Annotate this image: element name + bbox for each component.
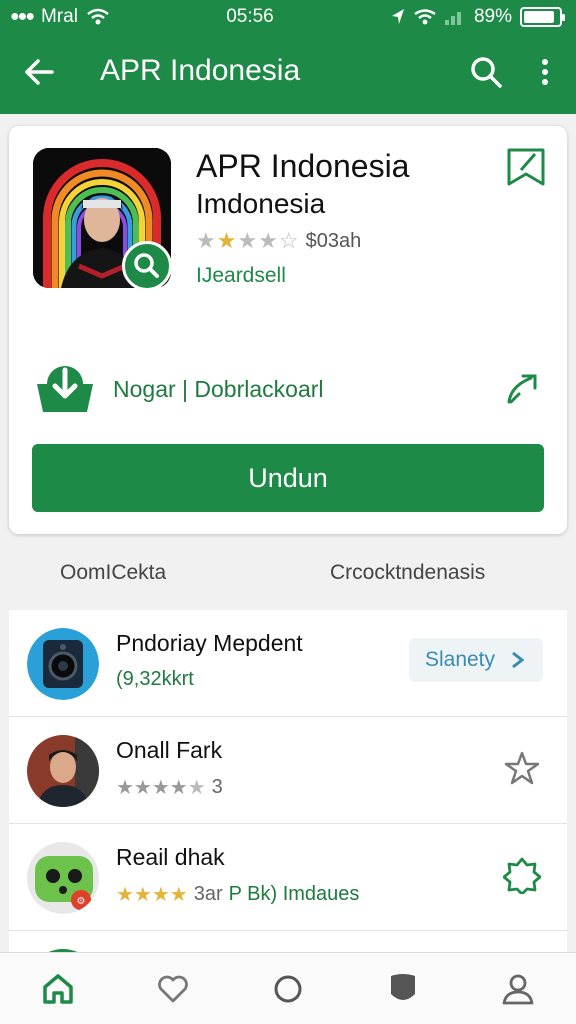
item-action-button[interactable]: Slanety xyxy=(409,638,543,682)
rating-text: $03ah xyxy=(305,229,362,252)
download-text: Nogar | Dobrlackoarl xyxy=(113,375,324,402)
nav-library[interactable] xyxy=(381,967,425,1011)
chevron-right-icon xyxy=(512,651,525,669)
game-app-icon: ⚙ xyxy=(27,842,99,914)
carrier-label: Mral xyxy=(41,6,78,27)
signal-dots-icon: ●●● xyxy=(10,8,35,25)
rating-count: 3ar xyxy=(193,883,223,905)
badge-star-icon[interactable] xyxy=(503,856,541,894)
rating-stars: ★★★★ xyxy=(116,884,188,906)
list-item[interactable]: Onall Fark ★★★★★ 3 xyxy=(9,717,567,824)
wifi-icon xyxy=(414,9,436,25)
status-right: 89% xyxy=(390,6,565,28)
nav-home[interactable] xyxy=(36,967,80,1011)
status-time: 05:56 xyxy=(226,6,274,27)
nav-circle[interactable] xyxy=(266,967,310,1011)
heart-icon xyxy=(157,975,188,1002)
item-name: Onall Fark xyxy=(116,737,223,763)
rating-count: 3 xyxy=(211,776,223,798)
battery-icon xyxy=(520,7,565,27)
action-label: Slanety xyxy=(424,648,496,671)
developer-link[interactable]: IJeardsell xyxy=(196,264,286,288)
related-list: Pndoriay Mepdent (9,32kkrt Slanety Onall… xyxy=(9,610,567,960)
download-row[interactable]: Nogar | Dobrlackoarl xyxy=(33,362,324,416)
item-rating: ★★★★★ 3 xyxy=(116,775,223,800)
app-bar: APR Indonesia xyxy=(0,34,576,114)
share-icon[interactable] xyxy=(501,368,543,410)
app-detail-card: APR Indonesia Imdonesia ★★★★☆ $03ah IJea… xyxy=(9,126,567,534)
item-name: Reail dhak xyxy=(116,844,225,870)
search-icon[interactable] xyxy=(466,52,506,92)
back-arrow-icon[interactable] xyxy=(18,50,62,94)
page-title: APR Indonesia xyxy=(100,54,301,87)
rating-stars: ★★★★☆ xyxy=(196,228,300,253)
app-rating: ★★★★☆ $03ah xyxy=(196,228,361,254)
status-bar: ●●● Mral 05:56 89% xyxy=(0,0,576,34)
section-tab-right[interactable]: Crcocktndenasis xyxy=(330,561,485,585)
bottom-nav xyxy=(0,952,576,1024)
item-rating: ★★★★ 3ar P Bk) Imdaues xyxy=(116,882,359,907)
status-left: ●●● Mral xyxy=(10,6,110,28)
item-extra: P Bk) Imdaues xyxy=(228,883,360,905)
rating-stars: ★★★★★ xyxy=(116,777,206,799)
star-outline-icon[interactable] xyxy=(503,749,541,787)
shield-icon xyxy=(391,973,416,1000)
app-name: APR Indonesia xyxy=(196,148,410,184)
nav-profile[interactable] xyxy=(496,967,540,1011)
battery-percent: 89% xyxy=(473,6,512,27)
circle-icon xyxy=(274,975,302,1002)
person-avatar xyxy=(27,735,99,807)
download-icon xyxy=(37,366,93,412)
item-meta: (9,32kkrt xyxy=(116,668,194,690)
magnifier-badge-icon xyxy=(122,241,172,291)
svg-text:⚙: ⚙ xyxy=(77,896,86,907)
item-name: Pndoriay Mepdent xyxy=(116,630,303,656)
profile-icon xyxy=(502,974,534,1004)
home-icon xyxy=(42,973,73,1004)
install-button[interactable]: Undun xyxy=(32,444,544,512)
cell-signal-icon xyxy=(444,12,461,25)
list-item[interactable]: Pndoriay Mepdent (9,32kkrt Slanety xyxy=(9,610,567,717)
bookmark-icon[interactable] xyxy=(505,146,547,188)
location-icon xyxy=(391,9,404,24)
speaker-app-icon xyxy=(27,628,99,700)
app-subtitle: Imdonesia xyxy=(196,188,326,219)
more-vert-icon[interactable] xyxy=(530,52,560,92)
nav-favorites[interactable] xyxy=(151,967,195,1011)
wifi-icon xyxy=(87,8,109,25)
list-item[interactable]: ⚙ Reail dhak ★★★★ 3ar P Bk) Imdaues xyxy=(9,824,567,931)
section-tab-left[interactable]: OomICekta xyxy=(60,561,166,585)
